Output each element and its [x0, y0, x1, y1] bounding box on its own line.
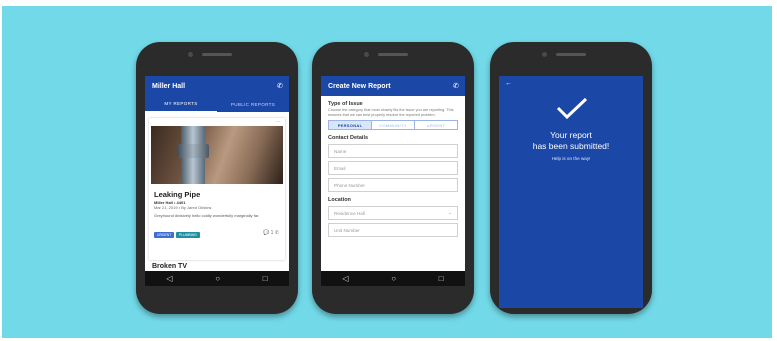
status-badge: URGENT: [154, 232, 175, 238]
speaker: [556, 53, 586, 56]
contact-details-label: Contact Details: [328, 135, 369, 142]
tab-public-reports[interactable]: PUBLIC REPORTS: [217, 96, 289, 112]
home-nav-icon[interactable]: ○: [215, 274, 220, 283]
phone-submitted: ← Your report has been submitted! Help i…: [490, 42, 652, 314]
screen-create-report: Create New Report ✆ Type of Issue Choose…: [321, 76, 465, 286]
report-description: Greyhound divisively hello coldly wonder…: [154, 213, 260, 218]
submitted-line-2: has been submitted!: [532, 141, 610, 151]
name-field[interactable]: Name: [328, 144, 458, 159]
back-nav-icon[interactable]: ◁: [166, 274, 172, 283]
report-title: Leaking Pipe: [154, 190, 201, 199]
submitted-line-1: Your report: [550, 130, 592, 140]
android-nav-bar: ◁ ○ □: [145, 271, 289, 286]
unit-number-field[interactable]: Unit Number: [328, 223, 458, 238]
type-of-issue-help: Choose the category that most closely fi…: [328, 108, 454, 117]
phone-my-reports: Miller Hall ✆ MY REPORTS PUBLIC REPORTS …: [136, 42, 298, 314]
card-actions: 💬 1 ✆: [263, 230, 279, 236]
recents-nav-icon[interactable]: □: [263, 274, 268, 283]
issue-type-selector: PERSONAL COMMUNITY URGENT: [328, 120, 458, 131]
page-title: Create New Report: [328, 82, 391, 90]
report-card[interactable]: ⋯ Leaking Pipe Miller Hall • 4401 Mar 21…: [149, 118, 285, 260]
name-placeholder: Name: [334, 148, 347, 154]
home-nav-icon[interactable]: ○: [391, 274, 396, 283]
app-bar: Miller Hall ✆: [145, 76, 289, 96]
report-photo: [151, 126, 283, 184]
tab-bar: MY REPORTS PUBLIC REPORTS: [145, 96, 289, 112]
camera: [188, 52, 193, 57]
phone-icon[interactable]: ✆: [453, 82, 459, 90]
camera: [364, 52, 369, 57]
location-label: Location: [328, 197, 351, 204]
pipe-joint-image: [177, 144, 209, 158]
recents-nav-icon[interactable]: □: [439, 274, 444, 283]
android-nav-bar: ◁ ○ □: [321, 271, 465, 286]
comment-count: 1: [270, 230, 274, 236]
camera: [542, 52, 547, 57]
hall-placeholder: Residence Hall: [334, 210, 365, 216]
back-arrow-icon[interactable]: ←: [505, 80, 512, 87]
backdrop: Miller Hall ✆ MY REPORTS PUBLIC REPORTS …: [2, 6, 772, 338]
submitted-message: Your report has been submitted!: [499, 130, 643, 152]
segment-urgent[interactable]: URGENT: [415, 121, 457, 129]
segment-community[interactable]: COMMUNITY: [372, 121, 415, 130]
call-icon[interactable]: ✆: [275, 230, 279, 236]
category-badge: PLUMBING: [176, 232, 200, 238]
app-bar: Create New Report ✆: [321, 76, 465, 96]
phone-placeholder: Phone Number: [334, 182, 365, 188]
comment-icon[interactable]: 💬: [263, 230, 269, 236]
report-meta: Mar 21, 2019 • By Jared Oinkins: [154, 205, 212, 210]
back-nav-icon[interactable]: ◁: [342, 274, 348, 283]
speaker: [378, 53, 408, 56]
screen-submitted: ← Your report has been submitted! Help i…: [499, 76, 643, 308]
overflow-icon[interactable]: ⋯: [276, 119, 281, 125]
residence-hall-select[interactable]: Residence Hall ⌄: [328, 206, 458, 221]
speaker: [202, 53, 232, 56]
segment-personal[interactable]: PERSONAL: [329, 121, 372, 130]
unit-placeholder: Unit Number: [334, 227, 360, 233]
checkmark-icon: [556, 97, 588, 120]
tab-my-reports[interactable]: MY REPORTS: [145, 96, 217, 112]
screen-my-reports: Miller Hall ✆ MY REPORTS PUBLIC REPORTS …: [145, 76, 289, 286]
help-message: Help is on the way!: [551, 156, 591, 161]
email-placeholder: Email: [334, 165, 346, 171]
next-report-title: Broken TV: [152, 263, 188, 270]
page-title: Miller Hall: [152, 82, 186, 90]
email-field[interactable]: Email: [328, 161, 458, 176]
chevron-down-icon: ⌄: [448, 210, 452, 216]
phone-number-field[interactable]: Phone Number: [328, 178, 458, 193]
phone-icon[interactable]: ✆: [277, 82, 283, 90]
phone-create-report: Create New Report ✆ Type of Issue Choose…: [312, 42, 474, 314]
